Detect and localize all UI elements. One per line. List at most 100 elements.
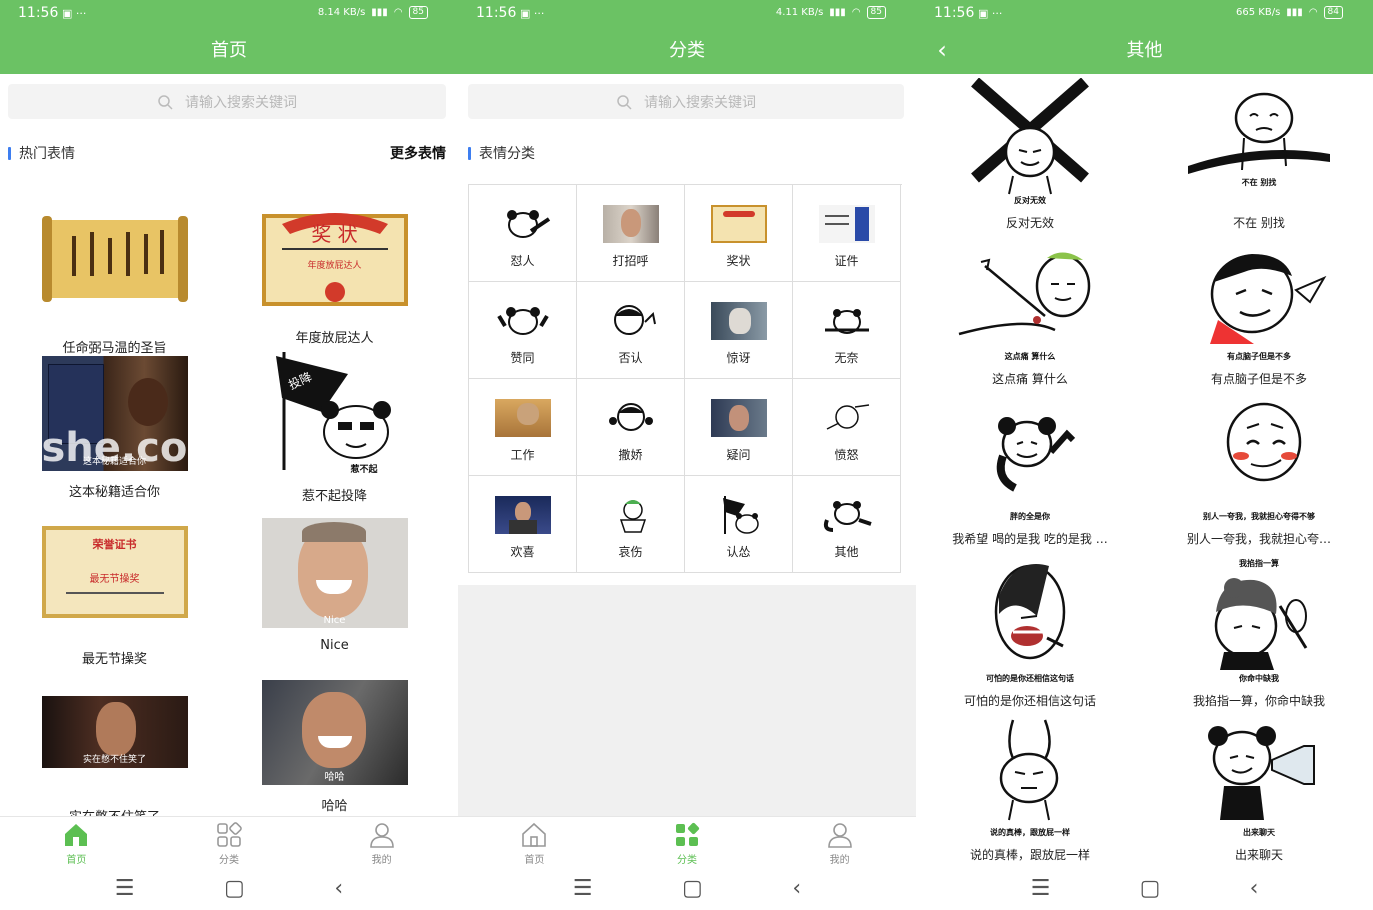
emoji-image: 这点痛 算什么 xyxy=(955,246,1105,364)
battery-icon: 84 xyxy=(1323,6,1343,19)
emoji-card[interactable]: Nice Nice xyxy=(220,518,449,653)
category-label: 惊讶 xyxy=(726,351,751,365)
section-title: 表情分类 xyxy=(468,143,535,163)
emoji-card[interactable]: 哈哈 哈哈 xyxy=(220,680,449,814)
category-thumbnail xyxy=(602,205,659,243)
category-cell[interactable]: 惊讶 xyxy=(685,282,793,379)
home-icon xyxy=(522,822,547,847)
search-placeholder: 请输入搜索关键词 xyxy=(185,94,297,111)
emoji-label: 哈哈 xyxy=(321,799,348,814)
emoji-label: 不在 别找 xyxy=(1233,216,1285,230)
emoji-label: 我希望 喝的是我 吃的是我 … xyxy=(952,532,1108,546)
emoji-caption: 这点痛 算什么 xyxy=(1004,352,1056,361)
nav-home[interactable]: 首页 xyxy=(36,817,116,866)
category-cell[interactable]: 欢喜 xyxy=(469,476,577,573)
more-emoji-link[interactable]: 更多表情 xyxy=(390,143,446,163)
nav-category[interactable]: 分类 xyxy=(647,817,727,866)
home-square-icon[interactable]: ▢ xyxy=(224,876,245,901)
search-input[interactable]: 请输入搜索关键词 xyxy=(8,84,446,119)
emoji-card[interactable]: 这点痛 算什么 这点痛 算什么 xyxy=(916,246,1144,387)
emoji-card[interactable]: 实在憋不住笑了 实在憋不住笑了 xyxy=(0,696,229,816)
battery-icon: 85 xyxy=(408,6,428,19)
nav-label: 分类 xyxy=(676,855,697,866)
emoji-list: 反对无效 反对无效 不在 别找 不在 别找 这点痛 算什么 这点痛 算什么 有点… xyxy=(916,76,1373,866)
emoji-label: 我掐指一算，你命中缺我 xyxy=(1192,694,1325,708)
menu-icon[interactable]: ☰ xyxy=(1031,876,1051,901)
emoji-thumbnail: 投降 惹不起 xyxy=(262,350,408,475)
nav-category[interactable]: 分类 xyxy=(189,817,269,866)
network-speed: 665 KB/s xyxy=(1236,7,1281,18)
emoji-label: 出来聊天 xyxy=(1234,848,1283,862)
emoji-card[interactable]: 奖 状 年度放屁达人 年度放屁达人 xyxy=(220,202,449,346)
wifi-icon: ◠ xyxy=(1308,7,1318,18)
emoji-card[interactable]: 有点脑子但是不多 有点脑子但是不多 xyxy=(1145,246,1373,387)
category-thumbnail xyxy=(495,205,551,243)
emoji-image: 反对无效 xyxy=(965,77,1095,208)
emoji-card[interactable]: 出来聊天 出来聊天 xyxy=(1145,716,1373,863)
emoji-thumbnail: 荣誉证书 最无节操奖 xyxy=(41,526,188,618)
category-cell[interactable]: 打招呼 xyxy=(577,185,685,282)
nav-mine[interactable]: 我的 xyxy=(342,817,422,866)
system-nav: ☰ ▢ ‹ xyxy=(916,866,1373,910)
emoji-card[interactable]: 胖的全是你 我希望 喝的是我 吃的是我 … xyxy=(916,398,1144,547)
emoji-image: 胖的全是你 xyxy=(955,398,1105,524)
other-screen: 11:56 ▣ ··· 665 KB/s ▮▮▮ ◠ 84 ‹ 其他 反对无效 反对无… xyxy=(916,0,1373,910)
emoji-overlay-text: Nice xyxy=(323,615,346,626)
status-bar: 11:56 ▣ ··· 4.11 KB/s ▮▮▮ ◠ 85 xyxy=(458,0,916,28)
menu-icon[interactable]: ☰ xyxy=(115,876,135,901)
emoji-card[interactable]: 荣誉证书 最无节操奖 最无节操奖 xyxy=(0,526,229,667)
emoji-label: 最无节操奖 xyxy=(81,652,147,667)
category-cell[interactable]: 疑问 xyxy=(685,379,793,476)
category-cell[interactable]: 赞同 xyxy=(469,282,577,379)
search-input[interactable]: 请输入搜索关键词 xyxy=(468,84,904,119)
category-screen: 11:56 ▣ ··· 4.11 KB/s ▮▮▮ ◠ 85 分类 请输入搜索关键词 … xyxy=(458,0,916,910)
category-cell[interactable]: 愤怒 xyxy=(793,379,901,476)
category-cell[interactable]: 否认 xyxy=(577,282,685,379)
emoji-image: 说的真棒，跟放屁一样 xyxy=(955,716,1105,840)
emoji-card[interactable]: she.co 这本秘籍适合你 这本秘籍适合你 xyxy=(0,356,229,500)
category-cell[interactable]: 怼人 xyxy=(469,185,577,282)
wifi-icon: ◠ xyxy=(393,7,403,18)
category-cell[interactable]: 证件 xyxy=(793,185,901,282)
emoji-card[interactable]: 不在 别找 不在 别找 xyxy=(1145,78,1373,231)
emoji-card[interactable]: 投降 惹不起 惹不起投降 xyxy=(220,350,449,504)
user-icon xyxy=(827,823,852,848)
category-cell[interactable]: 无奈 xyxy=(793,282,901,379)
app-bar: 首页 xyxy=(0,28,458,74)
back-icon[interactable]: ‹ xyxy=(1250,876,1259,901)
category-label: 欢喜 xyxy=(510,545,535,559)
emoji-label: 说的真棒，跟放屁一样 xyxy=(969,848,1090,862)
emoji-label: 可怕的是你还相信这句话 xyxy=(963,694,1096,708)
category-cell[interactable]: 奖状 xyxy=(685,185,793,282)
emoji-label: 反对无效 xyxy=(1005,216,1054,230)
emoji-card[interactable]: 说的真棒，跟放屁一样 说的真棒，跟放屁一样 xyxy=(916,716,1144,863)
category-label: 认怂 xyxy=(726,545,751,559)
emoji-caption: 反对无效 xyxy=(1014,196,1046,205)
network-speed: 4.11 KB/s xyxy=(775,7,824,18)
emoji-card[interactable]: 别人一夸我，我就担心夸得不够 别人一夸我，我就担心夸… xyxy=(1145,398,1373,547)
category-cell[interactable]: 撒娇 xyxy=(577,379,685,476)
back-icon[interactable]: ‹ xyxy=(334,876,343,901)
category-cell[interactable]: 哀伤 xyxy=(577,476,685,573)
emoji-card[interactable]: 我掐指一算 你命中缺我 我掐指一算，你命中缺我 xyxy=(1145,556,1373,709)
category-cell[interactable]: 工作 xyxy=(469,379,577,476)
status-time: 11:56 xyxy=(934,5,975,21)
emoji-caption: 别人一夸我，我就担心夸得不够 xyxy=(1203,512,1315,521)
home-square-icon[interactable]: ▢ xyxy=(682,876,703,901)
category-cell[interactable]: 认怂 xyxy=(685,476,793,573)
category-label: 赞同 xyxy=(510,351,535,365)
emoji-card[interactable]: 任命弼马温的圣旨 xyxy=(0,212,229,356)
search-placeholder: 请输入搜索关键词 xyxy=(644,94,756,111)
home-square-icon[interactable]: ▢ xyxy=(1140,876,1161,901)
emoji-thumbnail: 实在憋不住笑了 xyxy=(41,696,188,768)
back-icon[interactable]: ‹ xyxy=(792,876,801,901)
nav-home[interactable]: 首页 xyxy=(494,817,574,866)
category-label: 撒娇 xyxy=(618,448,643,462)
category-cell[interactable]: 其他 xyxy=(793,476,901,573)
back-arrow-icon[interactable]: ‹ xyxy=(930,28,954,74)
emoji-overlay-text: 这本秘籍适合你 xyxy=(82,457,146,467)
emoji-card[interactable]: 可怕的是你还相信这句话 可怕的是你还相信这句话 xyxy=(916,556,1144,709)
nav-mine[interactable]: 我的 xyxy=(800,817,880,866)
emoji-card[interactable]: 反对无效 反对无效 xyxy=(916,77,1144,231)
menu-icon[interactable]: ☰ xyxy=(573,876,593,901)
